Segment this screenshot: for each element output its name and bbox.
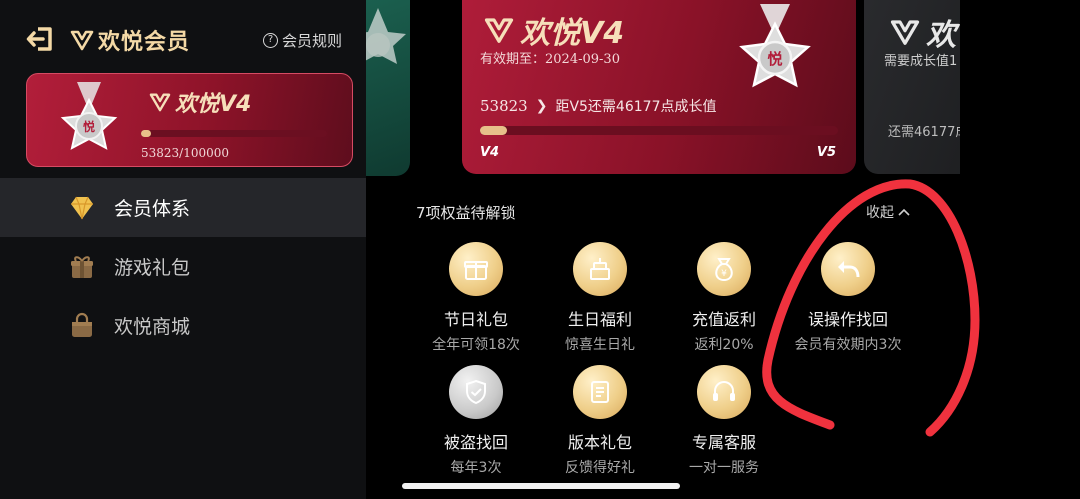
perk-exclusive-service[interactable]: 专属客服 一对一服务: [662, 365, 786, 477]
rules-label: 会员规则: [281, 32, 342, 50]
perk-theft-recovery[interactable]: 被盗找回 每年3次: [414, 365, 538, 477]
medal-icon: 悦: [60, 82, 118, 150]
mini-progress-bar: [141, 130, 327, 137]
validity-text: 有效期至：2024-09-30: [480, 48, 620, 67]
chevron-up-icon: [898, 208, 910, 216]
member-summary-card[interactable]: 悦 欢悦V4 53823/100000: [26, 73, 353, 167]
sidebar-item-label: 会员体系: [114, 198, 191, 220]
medal-icon: 悦: [739, 4, 811, 88]
member-main-panel: 欢悦V4 有效期至：2024-09-30 53823 ❯ 距V5还需46177点…: [366, 0, 960, 499]
perk-version-gift[interactable]: 版本礼包 反馈得好礼: [538, 365, 662, 477]
back-button[interactable]: [26, 26, 54, 52]
question-circle-icon: ?: [262, 33, 278, 48]
sidebar: 欢悦会员 ? 会员规则 悦 欢悦V4 53823/100000 会员体系 游戏礼…: [0, 0, 366, 499]
back-arrow-icon: [26, 27, 52, 51]
perk-recharge-rebate[interactable]: ¥ 充值返利 返利20%: [662, 242, 786, 354]
svg-text:悦: 悦: [83, 119, 95, 134]
perks-title: 7项权益待解锁: [416, 204, 516, 222]
perk-name: 版本礼包: [567, 433, 632, 452]
rules-link[interactable]: ? 会员规则: [262, 30, 342, 51]
shield-check-icon: [449, 365, 503, 419]
brand: 欢悦会员: [70, 24, 190, 56]
level-label: 欢悦V4: [520, 16, 625, 51]
sidebar-item-label: 欢悦商城: [114, 316, 191, 338]
mini-level-label: 欢悦V4: [175, 92, 252, 117]
undo-icon: [821, 242, 875, 296]
next-level-marker: V5: [816, 145, 836, 160]
chevron-right-icon: ❯: [535, 98, 548, 114]
perk-name: 节日礼包: [443, 310, 508, 329]
level-title: 欢悦V4: [484, 8, 624, 52]
growth-points[interactable]: 53823 ❯ 距V5还需46177点成长值: [480, 96, 716, 116]
perk-misoperation-recovery[interactable]: 误操作找回 会员有效期内3次: [786, 242, 910, 354]
perk-desc: 每年3次: [450, 460, 502, 476]
sidebar-item-game-gifts[interactable]: 游戏礼包: [0, 237, 366, 296]
next-level-title: 欢: [890, 10, 956, 54]
top-bar: 欢悦会员 ? 会员规则: [0, 0, 366, 78]
vip-logo-icon: [70, 30, 94, 51]
prev-level-card[interactable]: [366, 0, 410, 176]
next-level-need: 需要成长值1: [884, 54, 958, 69]
perk-birthday[interactable]: 生日福利 惊喜生日礼: [538, 242, 662, 354]
money-bag-icon: ¥: [697, 242, 751, 296]
points-hint: 距V5还需46177点成长值: [555, 99, 717, 115]
sidebar-item-label: 游戏礼包: [114, 257, 191, 279]
medal-icon: [366, 8, 406, 64]
sidebar-item-member-system[interactable]: 会员体系: [0, 178, 366, 237]
perk-name: 生日福利: [567, 310, 632, 329]
perk-name: 充值返利: [691, 310, 756, 329]
mini-progress-text: 53823/100000: [141, 146, 230, 160]
vip-logo-icon: [484, 18, 514, 43]
collapse-button[interactable]: 收起: [866, 202, 910, 222]
perk-desc: 惊喜生日礼: [565, 337, 635, 353]
perk-desc: 返利20%: [694, 337, 754, 353]
cake-icon: [573, 242, 627, 296]
home-indicator[interactable]: [402, 483, 680, 489]
perk-desc: 会员有效期内3次: [794, 337, 902, 353]
sidebar-item-mall[interactable]: 欢悦商城: [0, 296, 366, 355]
vip-logo-icon: [149, 93, 171, 112]
level-progress-bar: [480, 126, 838, 135]
svg-text:悦: 悦: [767, 50, 782, 68]
level-progress-fill: [480, 126, 507, 135]
perk-name: 专属客服: [691, 433, 756, 452]
right-margin: [960, 0, 1080, 499]
vip-logo-icon: [890, 20, 920, 45]
validity-label: 有效期至：: [480, 52, 546, 67]
points-value: 53823: [480, 97, 528, 115]
perk-name: 误操作找回: [807, 310, 888, 329]
mini-level: 欢悦V4: [149, 86, 251, 118]
mini-progress-fill: [141, 130, 151, 137]
current-level-card[interactable]: 欢悦V4 有效期至：2024-09-30 53823 ❯ 距V5还需46177点…: [462, 0, 856, 174]
perk-desc: 反馈得好礼: [565, 460, 635, 476]
current-level-marker: V4: [480, 145, 500, 160]
perk-name: 被盗找回: [443, 433, 508, 452]
perk-holiday-gift[interactable]: 节日礼包 全年可领18次: [414, 242, 538, 354]
next-level-remain: 还需46177成: [888, 125, 960, 140]
document-icon: [573, 365, 627, 419]
svg-text:¥: ¥: [721, 269, 727, 279]
validity-date: 2024-09-30: [545, 52, 620, 67]
perk-desc: 一对一服务: [689, 460, 759, 476]
collapse-label: 收起: [866, 205, 894, 221]
gift-box-icon: [71, 256, 93, 278]
page-title: 欢悦会员: [98, 30, 191, 55]
headset-icon: [697, 365, 751, 419]
shop-bag-icon: [72, 312, 92, 337]
diamond-icon: [71, 196, 93, 220]
perk-desc: 全年可领18次: [432, 337, 520, 353]
next-level-label: 欢: [926, 18, 956, 53]
sidebar-menu: 会员体系 游戏礼包 欢悦商城: [0, 178, 366, 355]
gift-icon: [449, 242, 503, 296]
next-level-card[interactable]: 欢 需要成长值1 还需46177成: [864, 0, 960, 174]
